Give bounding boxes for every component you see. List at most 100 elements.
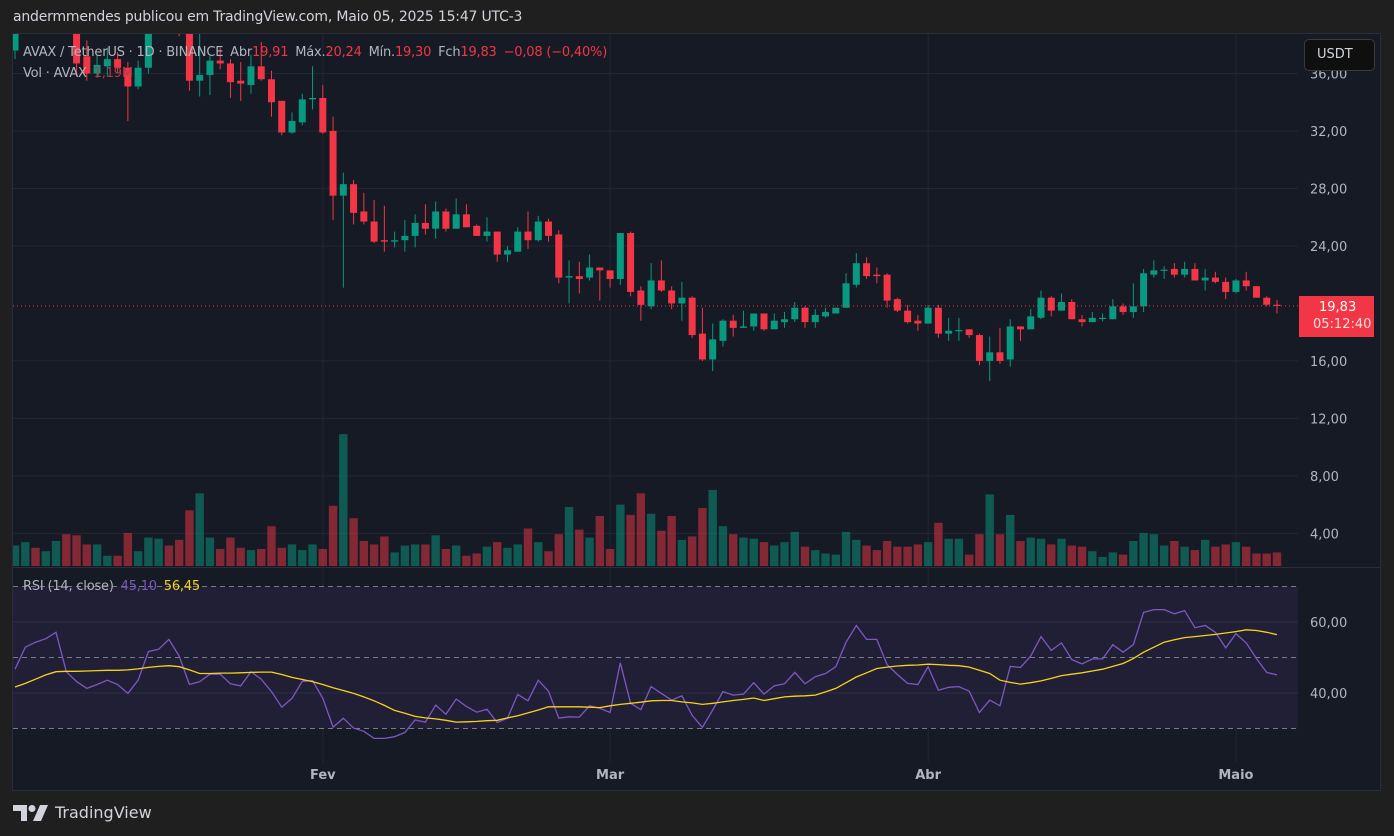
volume-bar bbox=[1067, 545, 1076, 566]
candle-down bbox=[698, 333, 706, 360]
volume-bar bbox=[923, 542, 933, 566]
candle-up bbox=[22, 2, 29, 16]
candle-up bbox=[750, 313, 758, 327]
candle-down bbox=[934, 307, 942, 334]
candle-down bbox=[380, 240, 388, 242]
volume-bar bbox=[646, 513, 656, 566]
candle-up bbox=[339, 184, 347, 196]
candle-up bbox=[298, 99, 306, 123]
volume-bar bbox=[1159, 545, 1169, 566]
volume-bar bbox=[780, 542, 789, 566]
volume-bar bbox=[657, 530, 666, 566]
candle-up bbox=[1027, 316, 1035, 330]
volume-bar bbox=[872, 550, 882, 566]
volume-bar bbox=[585, 537, 594, 566]
candle-up bbox=[309, 97, 317, 100]
open-value: 19,91 bbox=[252, 45, 289, 60]
volume-bar bbox=[174, 539, 184, 566]
volume-bar bbox=[359, 541, 369, 566]
candle-down bbox=[965, 329, 973, 336]
volume-value: 1,19M bbox=[93, 66, 133, 81]
volume-legend: Vol · AVAX 1,19M bbox=[23, 66, 136, 81]
candle-down bbox=[627, 233, 635, 292]
volume-bar bbox=[1149, 534, 1159, 566]
low-value: 19,30 bbox=[394, 45, 432, 60]
volume-bar bbox=[369, 544, 379, 566]
candle-up bbox=[1232, 280, 1240, 292]
candle-up bbox=[852, 263, 860, 285]
time-tick-label: Mar bbox=[596, 768, 625, 783]
candle-down bbox=[668, 290, 676, 304]
chart-canvas[interactable]: 36,0032,0028,0024,0016,0012,008,004,00Fe… bbox=[0, 0, 1394, 836]
volume-bar bbox=[328, 505, 338, 566]
price-tick-label: 4,00 bbox=[1310, 527, 1339, 542]
volume-bar bbox=[687, 536, 697, 566]
low-label: Mín. bbox=[368, 45, 396, 60]
volume-bar bbox=[605, 548, 615, 566]
candle-up bbox=[196, 74, 204, 81]
candle-down bbox=[370, 221, 378, 242]
volume-bar bbox=[72, 535, 81, 566]
candle-down bbox=[268, 79, 275, 103]
currency-button[interactable]: USDT bbox=[1304, 39, 1375, 71]
candle-up bbox=[155, 9, 162, 23]
tradingview-logo-icon bbox=[13, 804, 48, 821]
candle-down bbox=[545, 221, 553, 236]
candle-up bbox=[1160, 269, 1168, 271]
open-label: Abr bbox=[230, 45, 253, 60]
volume-bar bbox=[62, 534, 71, 566]
candle-down bbox=[657, 280, 665, 291]
candle-up bbox=[452, 214, 460, 229]
candle-up bbox=[739, 326, 747, 328]
candle-up bbox=[401, 235, 409, 241]
candle-up bbox=[13, 34, 19, 51]
candle-up bbox=[770, 320, 778, 330]
candle-down bbox=[1222, 281, 1230, 292]
volume-bar bbox=[995, 534, 1005, 566]
volume-bar bbox=[144, 537, 153, 566]
volume-label[interactable]: Vol · AVAX bbox=[23, 66, 87, 81]
volume-bar bbox=[1057, 538, 1066, 566]
candle-up bbox=[986, 352, 994, 361]
price-tick-label: 32,00 bbox=[1310, 125, 1347, 140]
close-value: 19,83 bbox=[460, 45, 497, 60]
rsi-value: 45,10 bbox=[120, 579, 157, 594]
volume-bar bbox=[903, 546, 912, 566]
volume-bar bbox=[31, 547, 40, 566]
candle-up bbox=[42, 0, 49, 7]
candle-down bbox=[226, 63, 234, 83]
volume-bar bbox=[698, 508, 707, 566]
candle-up bbox=[955, 330, 963, 332]
candle-down bbox=[1119, 306, 1127, 313]
time-tick-label: Fev bbox=[310, 768, 336, 783]
volume-bar bbox=[21, 542, 30, 566]
candle-down bbox=[165, 9, 172, 16]
symbol-title[interactable]: AVAX / TetherUS · 1D · BINANCE bbox=[23, 45, 223, 60]
candle-up bbox=[1201, 277, 1209, 281]
candle-up bbox=[616, 233, 624, 280]
volume-bar bbox=[564, 506, 574, 566]
volume-bar bbox=[575, 529, 584, 566]
candle-up bbox=[288, 120, 296, 133]
candle-down bbox=[421, 222, 429, 229]
volume-bar bbox=[934, 522, 943, 566]
volume-bar bbox=[482, 546, 492, 566]
candle-down bbox=[893, 299, 901, 311]
volume-bar bbox=[1200, 539, 1210, 566]
volume-bar bbox=[800, 546, 810, 566]
candle-up bbox=[1140, 273, 1148, 307]
candle-down bbox=[1273, 304, 1281, 306]
volume-bar bbox=[913, 544, 923, 566]
bar-countdown: 05:12:40 bbox=[1313, 317, 1372, 332]
volume-bar bbox=[441, 548, 451, 566]
time-tick-label: Maio bbox=[1218, 768, 1253, 783]
volume-bar bbox=[862, 545, 871, 566]
volume-bar bbox=[1006, 514, 1015, 566]
candle-down bbox=[1016, 326, 1024, 330]
price-tick-label: 16,00 bbox=[1310, 355, 1347, 370]
rsi-label[interactable]: RSI (14, close) bbox=[23, 579, 114, 594]
tradingview-footer[interactable]: TradingView bbox=[13, 803, 152, 822]
volume-bar bbox=[534, 542, 543, 566]
candle-up bbox=[503, 250, 511, 255]
candle-down bbox=[462, 214, 470, 228]
